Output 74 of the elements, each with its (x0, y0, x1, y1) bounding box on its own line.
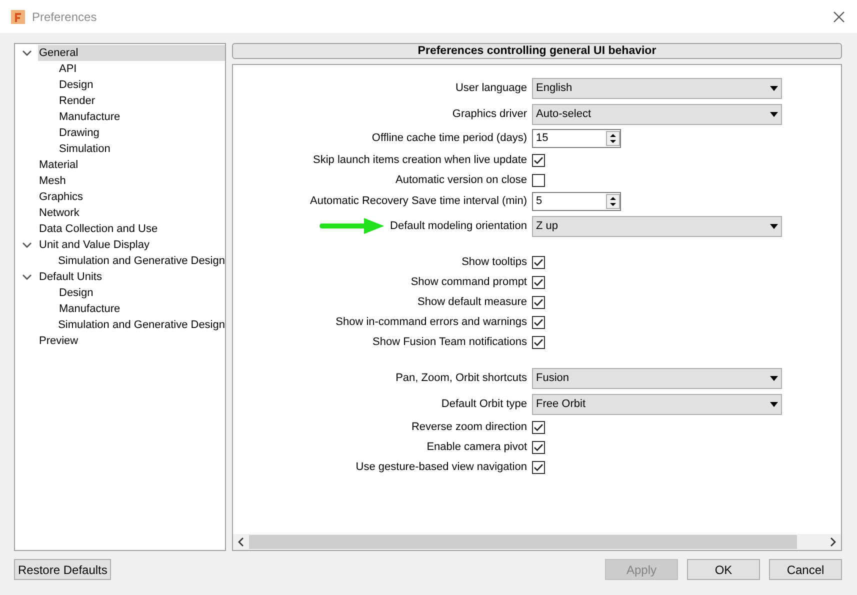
checkbox[interactable] (532, 336, 545, 348)
setting-label: Default modeling orientation (390, 218, 527, 234)
tree-item[interactable]: Simulation (58, 141, 110, 157)
tree-item[interactable]: General (38, 45, 225, 61)
checkbox[interactable] (532, 420, 545, 434)
setting-label: Skip launch items creation when live update (312, 152, 527, 168)
tree-item[interactable]: Mesh (38, 173, 66, 189)
setting-label: Graphics driver (452, 106, 527, 122)
chevron-down-icon[interactable] (22, 50, 32, 56)
dropdown-arrow-icon[interactable] (770, 402, 778, 406)
checkbox[interactable] (532, 296, 545, 308)
dialog-button[interactable]: OK (687, 559, 760, 580)
tree-item[interactable]: Design (58, 77, 94, 93)
number-field[interactable]: 15 (532, 129, 621, 148)
tree-item[interactable]: Graphics (38, 189, 84, 205)
restore-defaults-button[interactable]: Restore Defaults (14, 559, 112, 580)
tree-item[interactable]: Render (58, 93, 96, 109)
setting-label: Automatic version on close (396, 172, 527, 188)
setting-label: Pan, Zoom, Orbit shortcuts (396, 370, 527, 386)
number-field[interactable]: 5 (532, 192, 621, 211)
dropdown[interactable]: Fusion (532, 368, 782, 388)
setting-label: Show Fusion Team notifications (372, 334, 527, 350)
setting-label: Show command prompt (410, 274, 527, 290)
scroll-left-icon[interactable] (237, 537, 245, 547)
dropdown[interactable]: Free Orbit (532, 394, 782, 414)
dropdown[interactable]: Z up (532, 216, 782, 236)
spinner-arrows-icon[interactable] (606, 194, 620, 209)
scrollbar-thumb[interactable] (249, 535, 797, 549)
setting-label: Default Orbit type (441, 396, 527, 412)
dropdown-arrow-icon[interactable] (770, 112, 778, 116)
tree-item[interactable]: Simulation and Generative Design (57, 317, 225, 333)
setting-label: Use gesture-based view navigation (356, 460, 527, 475)
checkbox[interactable] (532, 440, 545, 454)
checkbox[interactable] (532, 174, 545, 186)
tree-item[interactable]: Simulation and Generative Design (57, 253, 225, 269)
tree-item[interactable]: Manufacture (58, 301, 120, 317)
tree-item[interactable]: Material (38, 157, 78, 173)
panel-header: Preferences controlling general UI behavior (232, 43, 842, 59)
spinner-arrows-icon[interactable] (606, 131, 620, 146)
scroll-right-icon[interactable] (829, 537, 837, 547)
close-icon[interactable] (833, 10, 845, 22)
tree-item[interactable]: Drawing (58, 125, 100, 141)
dialog-button[interactable]: Cancel (769, 559, 842, 580)
tree-item[interactable]: Preview (38, 333, 78, 349)
tree-item[interactable]: Design (58, 285, 94, 301)
dropdown-arrow-icon[interactable] (770, 224, 778, 228)
checkbox[interactable] (532, 256, 545, 268)
checkbox[interactable] (532, 316, 545, 328)
setting-label: Offline cache time period (days) (372, 131, 527, 146)
dropdown-arrow-icon[interactable] (770, 86, 778, 90)
checkbox[interactable] (532, 460, 545, 474)
horizontal-scrollbar[interactable] (233, 534, 841, 550)
setting-label: User language (455, 80, 527, 96)
setting-label: Show default measure (418, 294, 527, 310)
setting-label: Reverse zoom direction (411, 420, 527, 435)
tree-item[interactable]: Data Collection and Use (38, 221, 158, 237)
setting-label: Automatic Recovery Save time interval (min) (310, 194, 527, 210)
app-logo-icon (11, 10, 25, 24)
setting-label: Show in-command errors and warnings (336, 314, 527, 330)
chevron-down-icon[interactable] (22, 274, 32, 280)
checkbox[interactable] (532, 276, 545, 288)
chevron-down-icon[interactable] (22, 242, 32, 248)
window-title: Preferences (32, 8, 98, 26)
tree-item[interactable]: Manufacture (58, 109, 120, 125)
tree-item[interactable]: Default Units (38, 269, 102, 285)
setting-label: Enable camera pivot (426, 440, 527, 455)
tree-item[interactable]: Unit and Value Display (38, 237, 150, 253)
tree-item[interactable]: API (58, 61, 77, 77)
tree-item[interactable]: Network (38, 205, 80, 221)
setting-label: Show tooltips (462, 254, 527, 270)
dropdown-arrow-icon[interactable] (770, 376, 778, 380)
dropdown[interactable]: Auto-select (532, 104, 782, 124)
checkbox[interactable] (532, 154, 545, 166)
dropdown[interactable]: English (532, 78, 782, 98)
